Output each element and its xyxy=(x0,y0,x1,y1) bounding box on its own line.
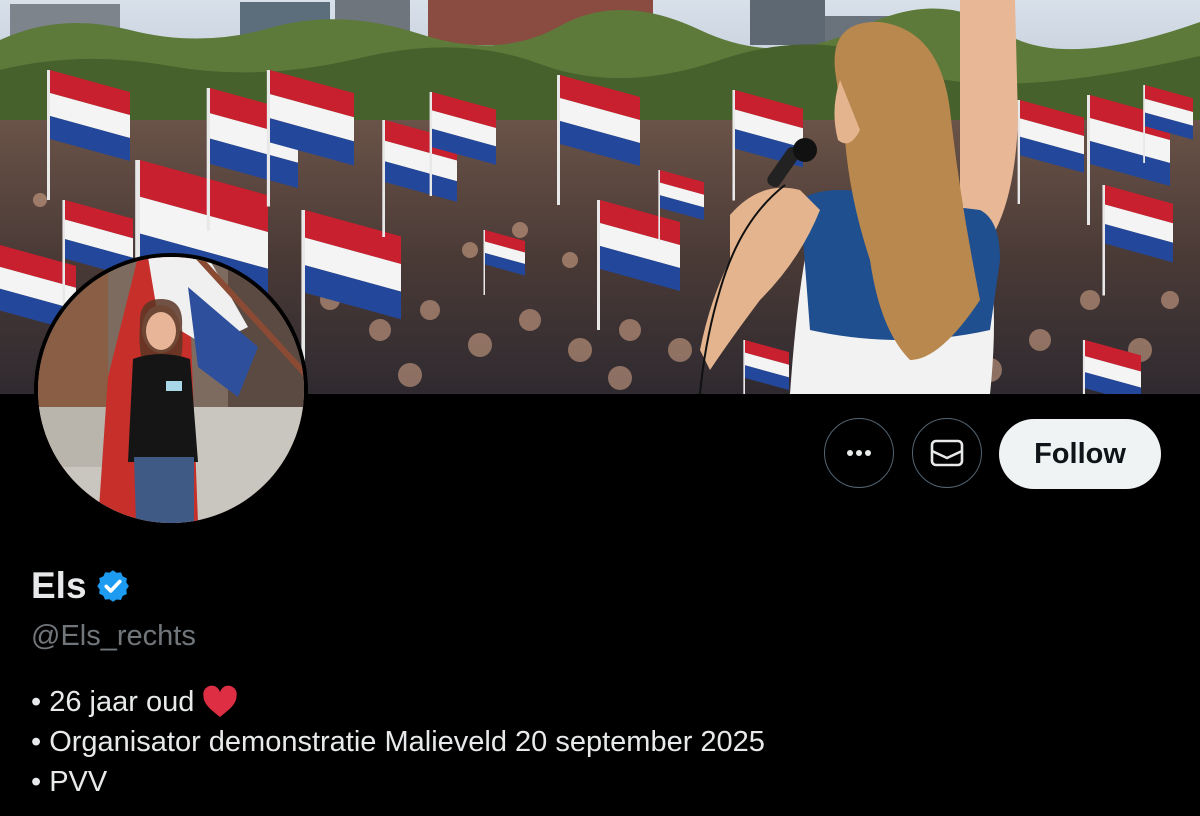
bio-line: • Organisator demonstratie Malieveld 20 … xyxy=(31,722,765,762)
avatar-photo xyxy=(38,257,304,523)
bio-organizer: • Organisator demonstratie Malieveld 20 … xyxy=(31,726,765,758)
profile-avatar[interactable] xyxy=(34,253,308,527)
profile-handle: @Els_rechts xyxy=(31,620,196,652)
more-options-button[interactable] xyxy=(824,418,894,488)
envelope-icon xyxy=(930,439,964,467)
display-name-row: Els xyxy=(31,565,131,607)
follow-button[interactable]: Follow xyxy=(999,419,1161,489)
bio-party: • PVV xyxy=(31,766,108,798)
ellipsis-icon xyxy=(847,450,871,456)
profile-bio: • 26 jaar oud • Organisator demonstratie… xyxy=(31,682,765,802)
message-button[interactable] xyxy=(912,418,982,488)
verified-badge-icon[interactable] xyxy=(95,568,131,604)
red-heart-icon xyxy=(203,685,238,717)
bio-line: • PVV xyxy=(31,762,765,802)
bio-age: • 26 jaar oud xyxy=(31,686,195,718)
display-name: Els xyxy=(31,565,87,606)
bio-line: • 26 jaar oud xyxy=(31,682,765,722)
